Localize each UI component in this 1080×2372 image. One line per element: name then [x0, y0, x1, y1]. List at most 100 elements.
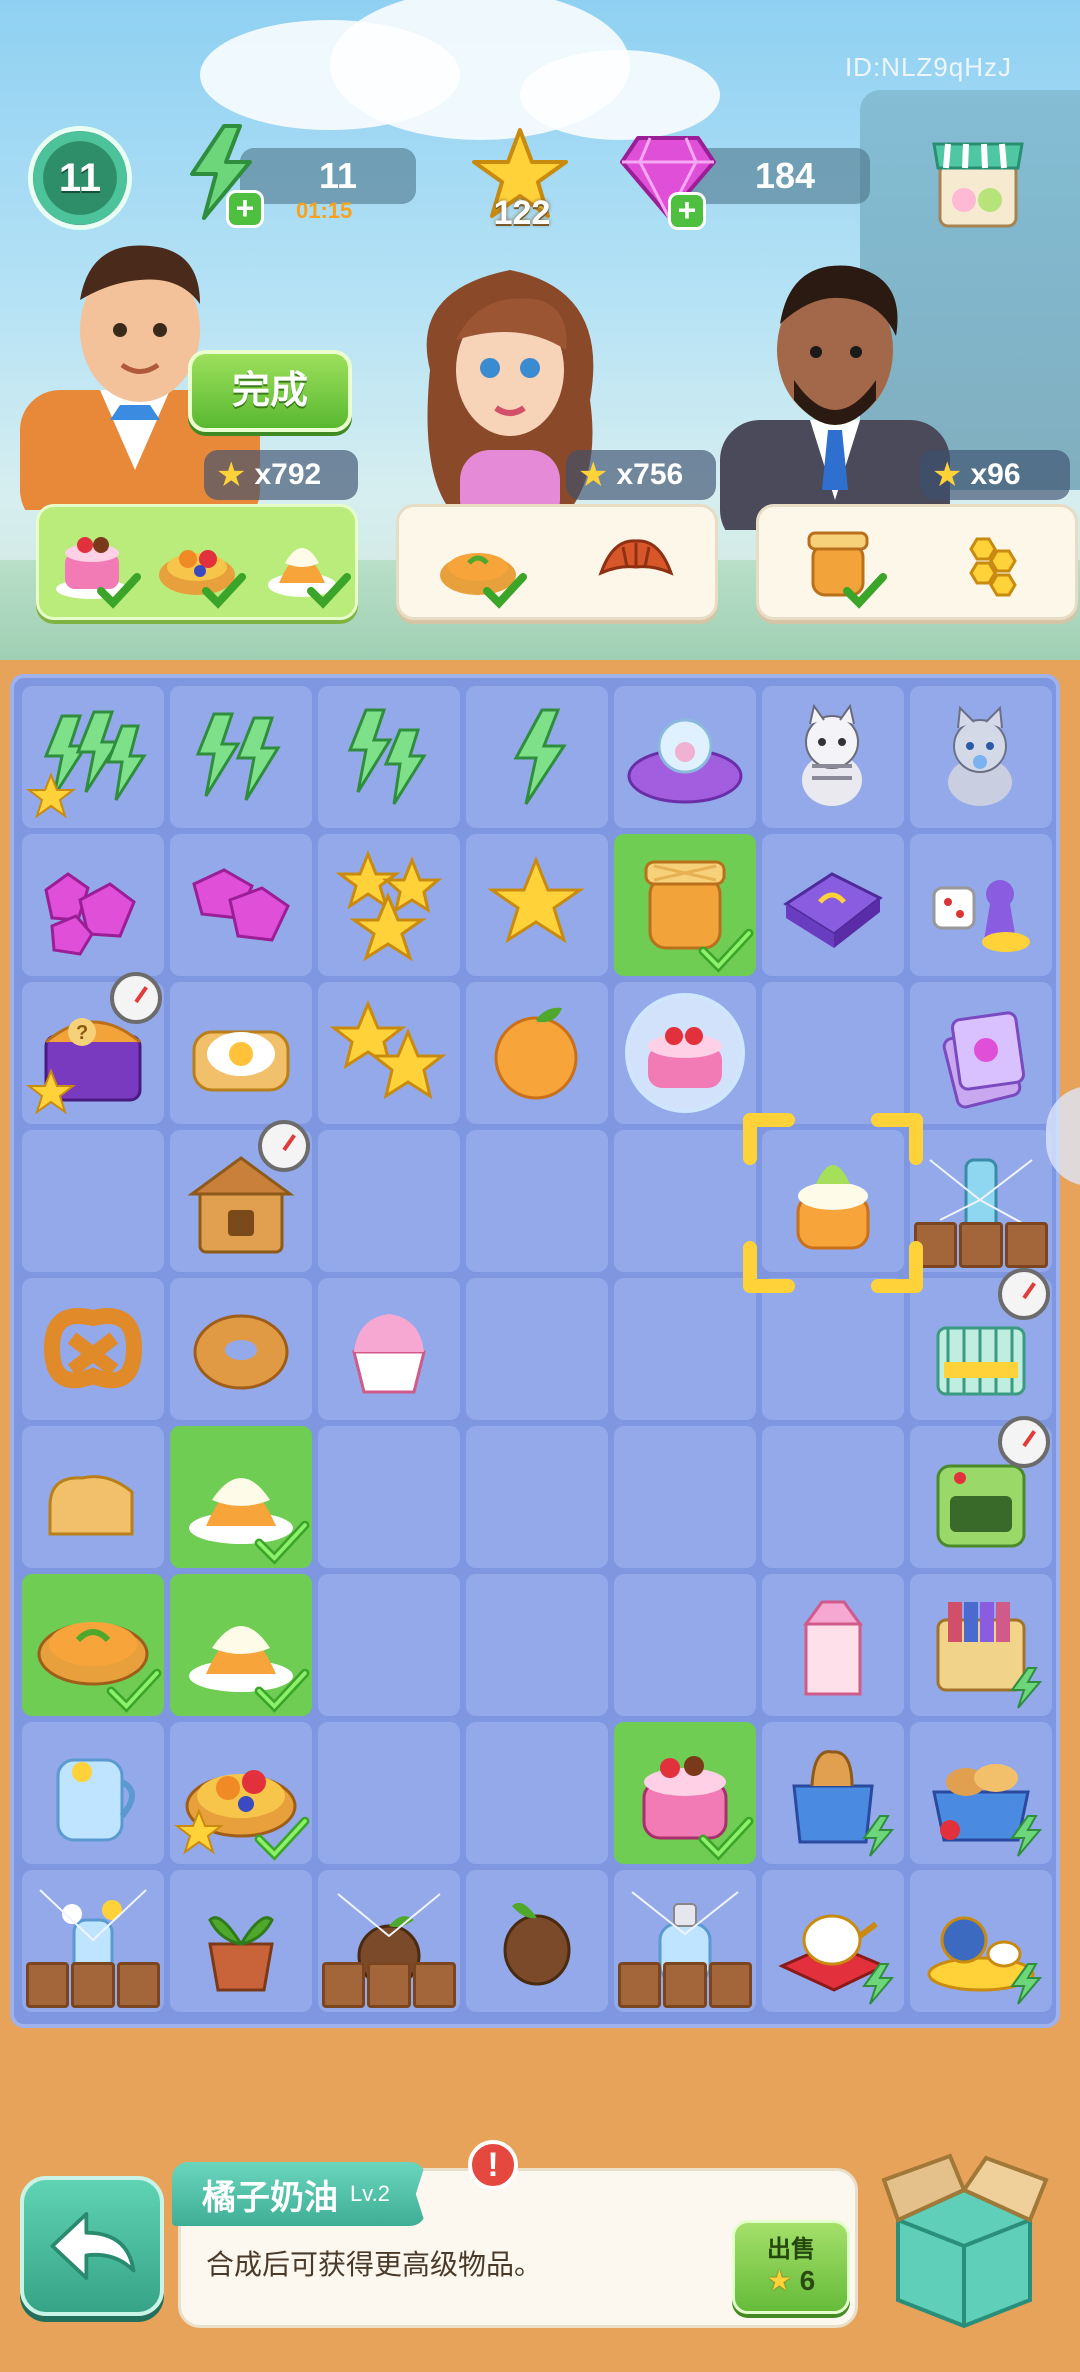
- board-cell[interactable]: [466, 1574, 608, 1716]
- check-icon: [106, 1668, 162, 1713]
- item-name-tag: 橘子奶油 Lv.2: [172, 2162, 426, 2226]
- board-cell[interactable]: [466, 1130, 608, 1272]
- board-cell[interactable]: [318, 982, 460, 1124]
- storage-box-icon[interactable]: [876, 2150, 1052, 2332]
- board-cell[interactable]: [762, 1574, 904, 1716]
- board-cell[interactable]: [318, 1278, 460, 1420]
- board-cell[interactable]: [170, 686, 312, 828]
- check-icon: [698, 1816, 754, 1861]
- check-icon: [307, 573, 352, 609]
- board-cell[interactable]: [910, 1416, 1052, 1568]
- board-cell[interactable]: [22, 1870, 164, 2012]
- board-cell[interactable]: [614, 1722, 756, 1864]
- strawberry-cake-bubble-icon: [625, 993, 745, 1113]
- board-cell[interactable]: [910, 1870, 1052, 2012]
- dice-game-icon: [932, 880, 1030, 952]
- board-cell[interactable]: [22, 834, 164, 976]
- cream-cup-icon: [352, 1314, 426, 1394]
- star-double-icon: [329, 1000, 447, 1100]
- snow-globe-board-icon: [627, 718, 743, 804]
- board-cell[interactable]: [318, 1870, 460, 2012]
- board-cell[interactable]: [22, 1722, 164, 1864]
- board-cell[interactable]: [614, 834, 756, 976]
- board-cell[interactable]: [614, 1426, 756, 1568]
- milk-carton-icon: [803, 1600, 863, 1696]
- board-cell[interactable]: [466, 1722, 608, 1864]
- order-card[interactable]: [36, 504, 358, 620]
- stopwatch-icon: [258, 1120, 310, 1172]
- plant-pot-icon: [208, 1916, 274, 1992]
- board-cell[interactable]: [910, 1130, 1052, 1272]
- energy-single-icon: [513, 708, 567, 805]
- board-cell[interactable]: [762, 982, 904, 1124]
- board-cell[interactable]: [318, 1426, 460, 1568]
- board-cell[interactable]: [170, 1722, 312, 1864]
- board-cell[interactable]: [466, 834, 608, 976]
- locked-tiles: [914, 1222, 1048, 1268]
- board-cell[interactable]: [762, 1870, 904, 2012]
- board-cell[interactable]: [614, 1870, 756, 2012]
- board-cell[interactable]: [170, 982, 312, 1124]
- check-icon: [698, 928, 754, 973]
- board-cell[interactable]: [22, 1426, 164, 1568]
- board-cell[interactable]: [466, 982, 608, 1124]
- board-cell[interactable]: [614, 1574, 756, 1716]
- board-cell[interactable]: [466, 1426, 608, 1568]
- board-cell[interactable]: [614, 1130, 756, 1272]
- board-cell[interactable]: [318, 1722, 460, 1864]
- board-cell[interactable]: [170, 1278, 312, 1420]
- bread-slice-icon: [48, 1475, 134, 1536]
- board-cell[interactable]: [762, 686, 904, 828]
- board-cell[interactable]: ?: [22, 972, 164, 1124]
- energy-badge-icon: [1010, 1667, 1043, 1709]
- board-cell[interactable]: [318, 1130, 460, 1272]
- board-cell[interactable]: [910, 982, 1052, 1124]
- add-gems-button[interactable]: +: [668, 192, 706, 230]
- board-cell[interactable]: [170, 1120, 312, 1272]
- board-cell[interactable]: [910, 1722, 1052, 1864]
- energy-badge-icon: [1010, 1815, 1043, 1857]
- locked-tiles: [322, 1962, 456, 2008]
- sell-price: 6: [799, 2265, 816, 2296]
- board-cell[interactable]: [170, 1870, 312, 2012]
- sell-button[interactable]: 出售 ★ 6: [732, 2220, 850, 2314]
- order-card[interactable]: [396, 504, 718, 620]
- board-cell[interactable]: [910, 834, 1052, 976]
- shop-icon[interactable]: [928, 124, 1028, 232]
- board-cell[interactable]: [22, 1278, 164, 1420]
- player-level-badge[interactable]: 11: [28, 126, 132, 230]
- info-alert-icon[interactable]: !: [468, 2140, 518, 2190]
- energy-stack-medium-icon: [195, 712, 281, 801]
- board-cell[interactable]: [762, 834, 904, 976]
- card-pack-icon: [942, 1011, 1026, 1109]
- board-cell[interactable]: [762, 1722, 904, 1864]
- item-level: Lv.2: [350, 2181, 390, 2206]
- board-cell[interactable]: [762, 1426, 904, 1568]
- board-cell[interactable]: [318, 1574, 460, 1716]
- order-complete-button[interactable]: 完成: [188, 350, 352, 432]
- board-cell[interactable]: [466, 1278, 608, 1420]
- back-button[interactable]: [20, 2176, 164, 2316]
- board-cell[interactable]: [22, 1130, 164, 1272]
- board-cell[interactable]: [614, 686, 756, 828]
- board-cell[interactable]: [614, 1278, 756, 1420]
- board-cell[interactable]: [22, 686, 164, 828]
- board-cell[interactable]: [170, 1574, 312, 1716]
- board-cell[interactable]: [318, 834, 460, 976]
- board-cell[interactable]: [466, 686, 608, 828]
- board-cell[interactable]: [910, 686, 1052, 828]
- board-cell[interactable]: [170, 1426, 312, 1568]
- board-cell[interactable]: [318, 686, 460, 828]
- board-cell[interactable]: [762, 1278, 904, 1420]
- board-cell[interactable]: [910, 1268, 1052, 1420]
- star-count: 122: [493, 194, 551, 232]
- gray-cat-icon: [948, 705, 1012, 806]
- striped-cat-icon: [802, 703, 862, 806]
- board-cell[interactable]: [22, 1574, 164, 1716]
- order-card[interactable]: [756, 504, 1078, 620]
- board-cell[interactable]: [466, 1870, 608, 2012]
- board-cell[interactable]: [614, 982, 756, 1124]
- energy-bar[interactable]: 11: [240, 148, 416, 204]
- board-cell[interactable]: [170, 834, 312, 976]
- board-cell[interactable]: [910, 1574, 1052, 1716]
